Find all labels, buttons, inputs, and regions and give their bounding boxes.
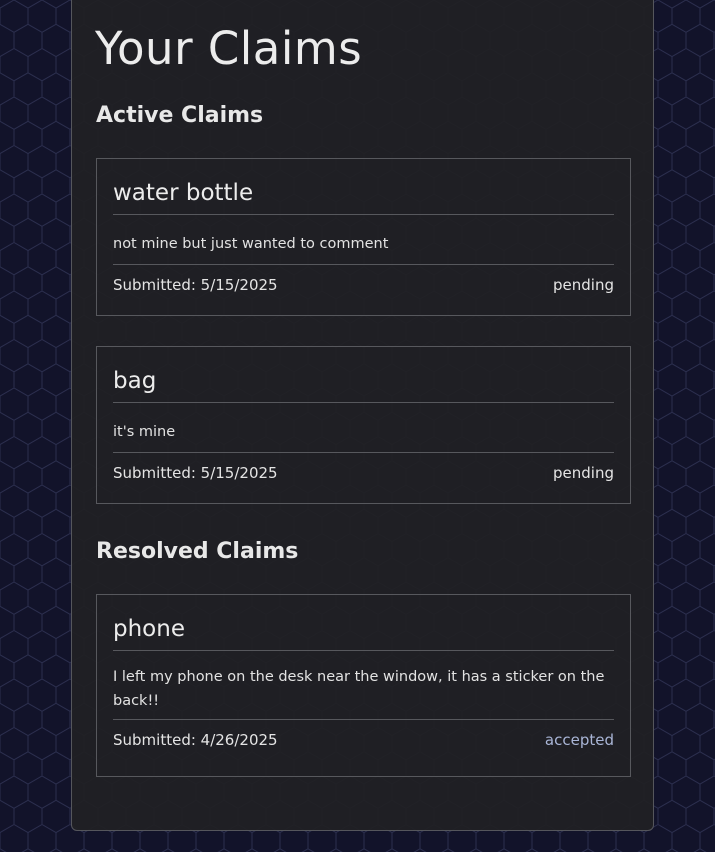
resolved-claims-heading: Resolved Claims	[96, 539, 299, 564]
claim-card-water-bottle: water bottle not mine but just wanted to…	[96, 158, 631, 316]
claim-submitted-date: Submitted: 4/26/2025	[113, 731, 278, 749]
claim-item-title: water bottle	[113, 159, 614, 215]
claim-item-title: phone	[113, 595, 614, 651]
claim-submitted-date: Submitted: 5/15/2025	[113, 276, 278, 294]
claim-submitted-date: Submitted: 5/15/2025	[113, 464, 278, 482]
claim-status: accepted	[544, 731, 614, 749]
active-claims-heading: Active Claims	[96, 103, 264, 128]
claim-description: it's mine	[113, 403, 614, 453]
claim-description: I left my phone on the desk near the win…	[113, 651, 614, 720]
claim-footer: Submitted: 5/15/2025 pending	[113, 265, 614, 310]
claim-status: pending	[553, 464, 614, 482]
claim-footer: Submitted: 4/26/2025 accepted	[113, 720, 614, 765]
claim-card-phone: phone I left my phone on the desk near t…	[96, 594, 631, 777]
claim-footer: Submitted: 5/15/2025 pending	[113, 453, 614, 498]
page-title: Your Claims	[95, 22, 363, 75]
claim-card-bag: bag it's mine Submitted: 5/15/2025 pendi…	[96, 346, 631, 504]
claim-status: pending	[553, 276, 614, 294]
claim-item-title: bag	[113, 347, 614, 403]
claim-description: not mine but just wanted to comment	[113, 215, 614, 265]
